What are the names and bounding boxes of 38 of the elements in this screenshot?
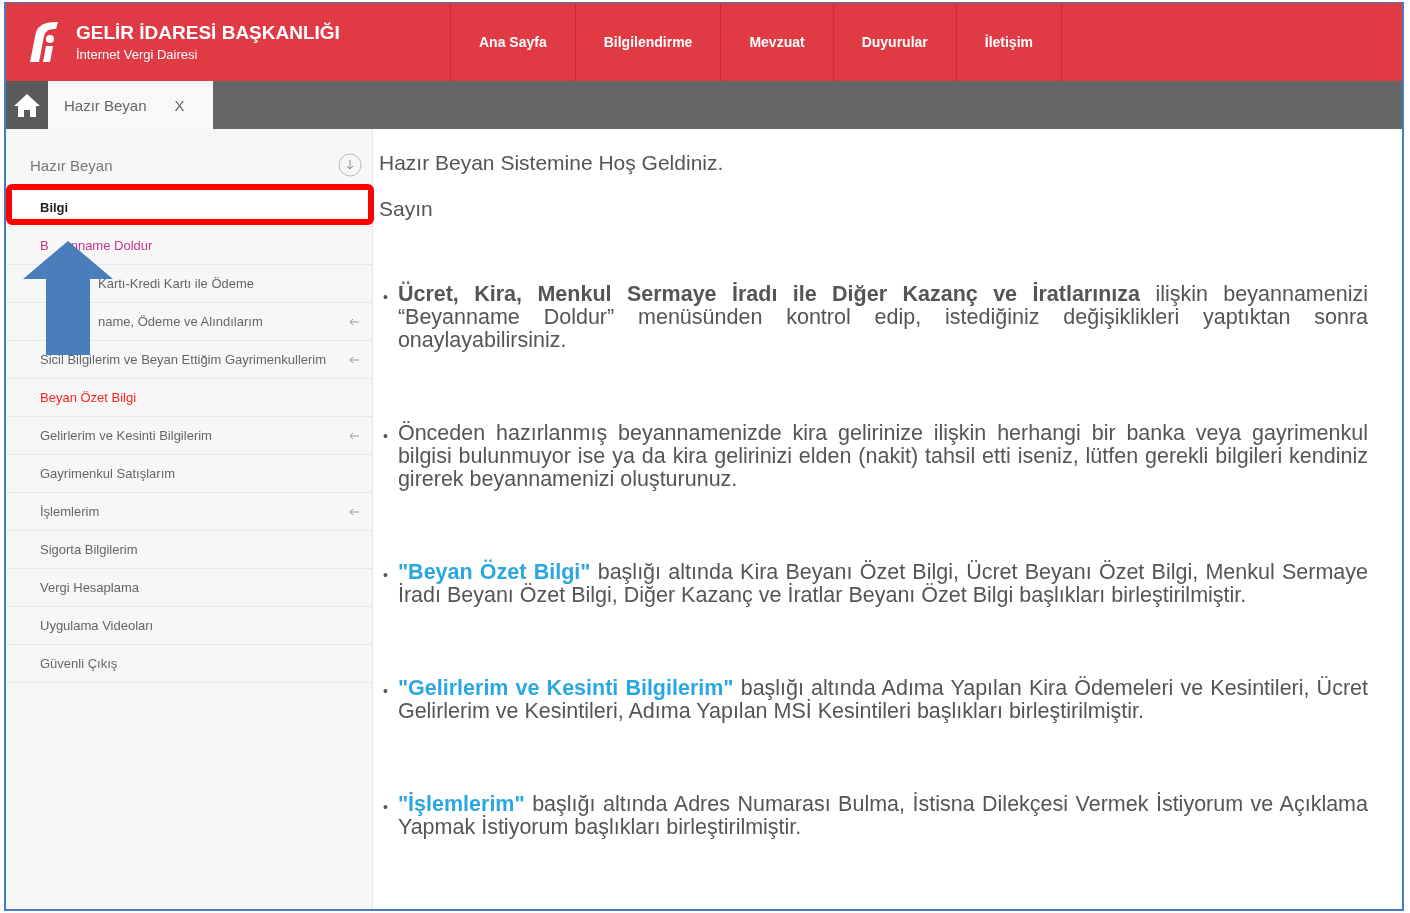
menu-label: Sigorta Bilgilerim <box>40 542 138 557</box>
info-paragraph: "İşlemlerim" başlığı altında Adres Numarası Bulma, İstisna Dilekçesi Vermek İstiyorum ve Açıklama Yapmak İstiyorum başlıkları birleştirilmiştir. <box>397 793 1368 839</box>
tab[interactable]: Hazır Beyan X <box>48 81 213 129</box>
menu-label: Beyan Özet Bilgi <box>40 390 137 405</box>
menu-item[interactable]: Uygulama Videoları <box>6 607 372 645</box>
menu-label: Gelirlerim ve Kesinti Bilgilerim <box>40 428 212 443</box>
menu-item[interactable]: Gelirlerim ve Kesinti Bilgilerim <box>6 417 372 455</box>
bullet: • <box>383 682 388 701</box>
menu-item[interactable]: Gayrimenkul Satışlarım <box>6 455 372 493</box>
bullet: • <box>383 566 388 585</box>
sidebar-heading: Hazır Beyan <box>30 156 113 174</box>
menu-label: İşlemlerim <box>40 504 100 519</box>
menu-label: Güvenli Çıkış <box>40 656 118 671</box>
menu-item[interactable]: Vergi Hesaplama <box>6 569 372 607</box>
bullet: • <box>383 288 388 307</box>
info-paragraph: Önceden hazırlanmış beyannamenizde kira gelirinize ilişkin herhangi bir banka veya gayrimenkul bilgisi bulunmuyor ise ya da kira gelirinizi elden (nakit) tahsil etti iseniz, lütfen gerekli bilgileri kendiniz girerek beyannamenizi oluşturunuz. <box>397 422 1368 491</box>
close-button[interactable]: X <box>174 96 185 114</box>
menu-label: Uygulama Videoları <box>40 618 154 633</box>
info-paragraph: "Gelirlerim ve Kesinti Bilgilerim" başlığı altında Adıma Yapılan Kira Ödemeleri ve Kesintileri, Ücret Gelirlerim ve Kesintileri, Adıma Yapılan MSİ Kesintileri başlıkları birleştirilmiştir. <box>397 677 1368 723</box>
bullet: • <box>383 427 388 446</box>
greeting: Sayın <box>379 197 434 221</box>
menu-item[interactable]: Beyan Özet Bilgi <box>6 379 372 417</box>
menu-label: Sicil Bilgilerim ve Beyan Ettiğim Gayrimenkullerim <box>40 352 327 367</box>
info-paragraph: "Beyan Özet Bilgi" başlığı altında Kira Beyanı Özet Bilgi, Ücret Beyanı Özet Bilgi, Menkul Sermaye İradı Beyanı Özet Bilgi, Diğer Kazanç ve İratlar Beyanı Özet Bilgi başlıkları birleştirilmiştir. <box>397 561 1368 607</box>
bullet: • <box>383 798 388 817</box>
site-title: GELİR İDARESİ BAŞKANLIĞI <box>76 22 340 44</box>
menu-label: Bilgi <box>40 200 69 215</box>
menu-item[interactable]: İşlemlerim <box>6 493 372 531</box>
menu-label: Kartı-Kredi Kartı ile Ödeme <box>98 276 255 291</box>
menu-item[interactable]: Sigorta Bilgilerim <box>6 531 372 569</box>
menu-label: name, Ödeme ve Alındılarım <box>98 314 263 329</box>
menu-label: Vergi Hesaplama <box>40 580 139 595</box>
info-paragraph: Ücret, Kira, Menkul Sermaye İradı ile Diğer Kazanç ve İratlarınıza ilişkin beyannamenizi “Beyanname Doldur” menüsünden kontrol edip, istediğiniz değişiklikleri yaptıktan sonra onaylayabilirsiniz. <box>397 283 1368 352</box>
page-title: Hazır Beyan Sistemine Hoş Geldiniz. <box>379 151 725 175</box>
home-icon[interactable] <box>6 81 48 129</box>
menu-label: Gayrimenkul Satışlarım <box>40 466 176 481</box>
site-subtitle: İnternet Vergi Dairesi <box>76 47 199 62</box>
menu-item[interactable]: Güvenli Çıkış <box>6 645 372 683</box>
